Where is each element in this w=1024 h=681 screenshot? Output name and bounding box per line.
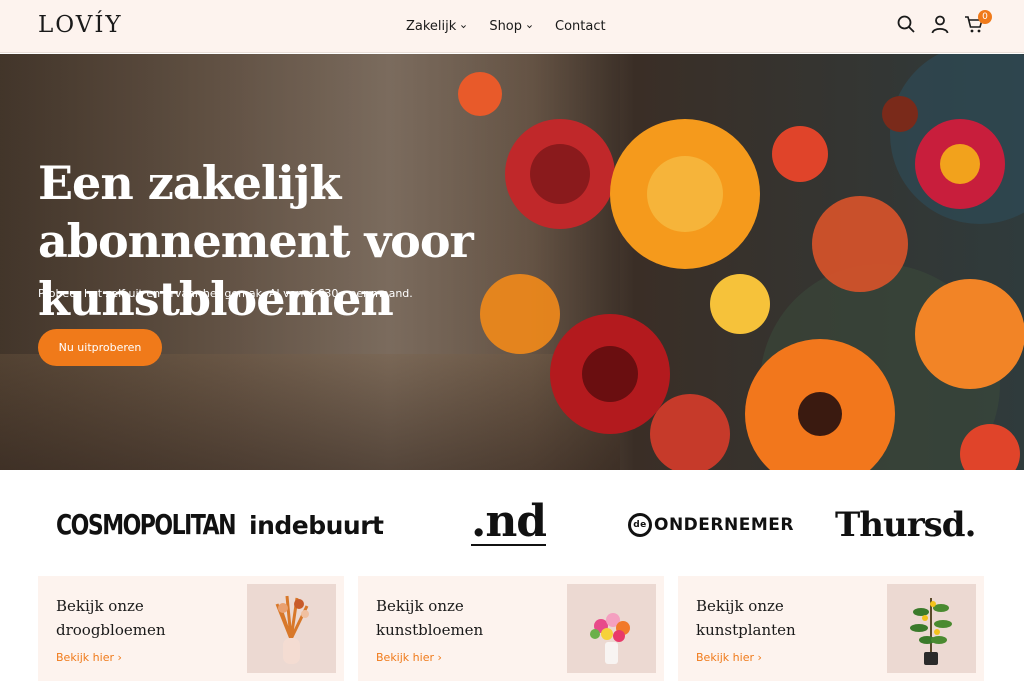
chevron-right-icon: › <box>757 651 762 664</box>
search-button[interactable] <box>896 14 916 34</box>
nav-item-contact[interactable]: Contact <box>555 19 606 34</box>
logo[interactable]: LOVÍY <box>38 12 123 38</box>
artificial-plant-image <box>887 584 976 673</box>
hero-subtitle: Probeer het zelf uit en ervaar het gemak… <box>38 287 413 300</box>
nav-item-shop[interactable]: Shop <box>489 19 533 34</box>
card-link-label: Bekijk hier <box>376 651 434 664</box>
artificial-flowers-image <box>567 584 656 673</box>
cart-count-badge: 0 <box>978 10 992 24</box>
indebuurt-logo: indebuurt <box>249 510 384 540</box>
card-link-label: Bekijk hier <box>56 651 114 664</box>
chevron-right-icon: › <box>437 651 442 664</box>
card-link[interactable]: Bekijk hier › <box>376 651 442 664</box>
nav-item-label: Zakelijk <box>406 19 457 34</box>
chevron-right-icon: › <box>117 651 122 664</box>
hero-banner: Een zakelijk abonnement voor kunstbloeme… <box>0 54 1024 470</box>
card-title: Bekijk onze kunstplanten <box>696 597 796 639</box>
card-title: Bekijk onze droogbloemen <box>56 597 166 639</box>
nd-logo: .nd <box>471 496 547 547</box>
category-card-kunstbloemen[interactable]: Bekijk onze kunstbloemen Bekijk hier › <box>358 576 664 681</box>
ondernemer-logo-mark: de <box>628 513 652 537</box>
main-nav: Zakelijk Shop Contact <box>406 0 606 53</box>
hero-title: Een zakelijk abonnement voor kunstbloeme… <box>38 156 474 326</box>
thursd-logo: Thursd. <box>835 505 976 545</box>
chevron-down-icon <box>461 25 467 29</box>
account-icon <box>931 15 949 34</box>
nav-item-label: Contact <box>555 19 606 34</box>
category-card-kunstplanten[interactable]: Bekijk onze kunstplanten Bekijk hier › <box>678 576 984 681</box>
category-card-droogbloemen[interactable]: Bekijk onze droogbloemen Bekijk hier › <box>38 576 344 681</box>
card-link[interactable]: Bekijk hier › <box>696 651 762 664</box>
account-button[interactable] <box>930 14 950 34</box>
press-logos: COSMOPOLITAN indebuurt .nd de ONDERNEMER… <box>0 490 1024 560</box>
site-header: LOVÍY Zakelijk Shop Contact 0 <box>0 0 1024 53</box>
header-actions: 0 <box>896 10 992 34</box>
search-icon <box>897 15 915 33</box>
nav-item-zakelijk[interactable]: Zakelijk <box>406 19 467 34</box>
ondernemer-logo: de ONDERNEMER <box>628 500 794 550</box>
card-link-label: Bekijk hier <box>696 651 754 664</box>
ondernemer-logo-text: ONDERNEMER <box>654 515 794 535</box>
nav-item-label: Shop <box>489 19 523 34</box>
card-title: Bekijk onze kunstbloemen <box>376 597 484 639</box>
cart-button[interactable]: 0 <box>964 10 992 34</box>
chevron-down-icon <box>527 25 532 29</box>
dried-flowers-image <box>247 584 336 673</box>
cosmopolitan-logo: COSMOPOLITAN <box>56 509 237 541</box>
try-now-button[interactable]: Nu uitproberen <box>38 329 162 366</box>
card-link[interactable]: Bekijk hier › <box>56 651 122 664</box>
